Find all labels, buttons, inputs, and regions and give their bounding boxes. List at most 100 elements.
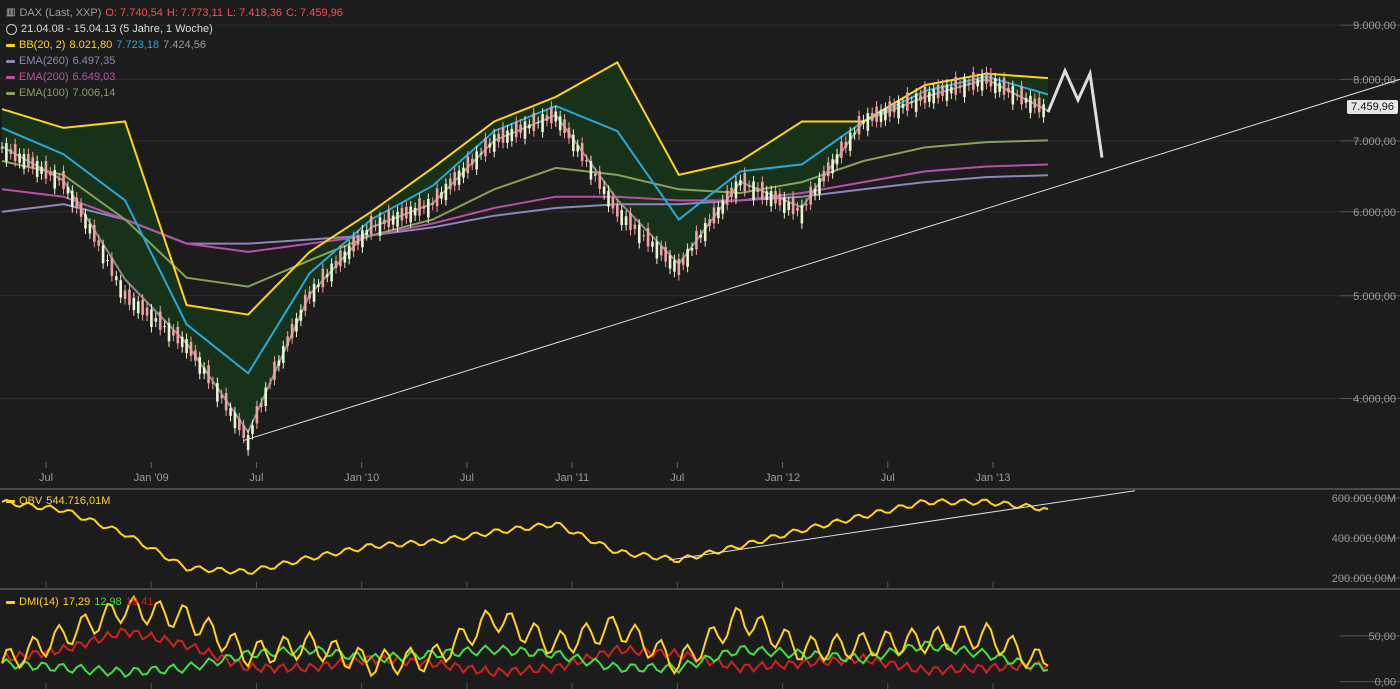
candle-body — [699, 235, 703, 238]
candle-body — [84, 214, 87, 229]
candle-body — [92, 225, 96, 242]
bb-label: BB(20, 2) — [19, 39, 66, 51]
candle-body — [484, 138, 487, 157]
candle-body — [57, 178, 61, 181]
candle-body — [809, 186, 812, 205]
candle-body — [783, 197, 786, 213]
candle-body — [141, 299, 144, 315]
candle-body — [888, 101, 892, 117]
candle-body — [361, 230, 364, 248]
ema260-legend: EMA(260) 6.497,35 — [6, 53, 343, 69]
candle-body — [545, 115, 549, 121]
candle-body — [936, 84, 940, 99]
candle-body — [35, 161, 39, 177]
candle-body — [1011, 86, 1015, 105]
candle-body — [739, 180, 742, 186]
candle-body — [576, 145, 580, 152]
candle-body — [479, 153, 483, 155]
candle-body — [725, 190, 729, 205]
candle-body — [281, 346, 285, 364]
candle-body — [756, 187, 760, 192]
candle-body — [185, 339, 188, 354]
candle-body — [914, 93, 918, 112]
candle-body — [932, 89, 936, 104]
ema100-legend: EMA(100) 7.006,14 — [6, 85, 343, 101]
candle-body — [519, 124, 522, 133]
period-label: 21.04.08 - 15.04.13 (5 Jahre, 1 Woche) — [21, 23, 213, 35]
candle-body — [664, 247, 667, 262]
candle-body — [220, 394, 224, 399]
candle-body — [88, 223, 92, 234]
candle-body — [993, 78, 997, 94]
main-legend: ▥ DAX (Last, XXP) O: 7.740,54 H: 7.773,1… — [6, 5, 343, 101]
candle-body — [378, 217, 382, 236]
period-row: 21.04.08 - 15.04.13 (5 Jahre, 1 Woche) — [6, 21, 343, 37]
candle-body — [633, 224, 637, 230]
candle-body — [251, 425, 254, 435]
candle-body — [145, 307, 149, 316]
candle-body — [967, 82, 971, 86]
candle-body — [13, 144, 17, 162]
candle-body — [954, 76, 958, 95]
candle-body — [778, 193, 782, 206]
candle-body — [651, 241, 654, 247]
candle-body — [844, 141, 848, 148]
candle-body — [462, 167, 465, 178]
x-tick-label: Jul — [670, 472, 684, 484]
candle-body — [427, 198, 430, 218]
candle-body — [1002, 77, 1006, 95]
x-tick-label: Jan '09 — [134, 472, 169, 484]
candle-body — [870, 112, 874, 121]
candle-body — [787, 202, 790, 211]
candle-body — [677, 259, 681, 275]
candle-body — [971, 72, 975, 90]
obv-y-tick-label: 600.000,00M — [1332, 493, 1396, 505]
candle-body — [791, 196, 795, 215]
candle-body — [119, 280, 122, 298]
candle-body — [730, 187, 733, 198]
candle-body — [642, 235, 645, 237]
candle-body — [207, 365, 210, 384]
candle-body — [277, 360, 281, 366]
candle-body — [492, 134, 496, 152]
main-y-tick-label: 6.000,00 — [1353, 207, 1396, 219]
candle-body — [976, 79, 979, 87]
candle-body — [941, 85, 944, 96]
candle-body — [5, 143, 8, 162]
candle-body — [804, 203, 808, 206]
candle-body — [963, 78, 966, 98]
bb-legend: BB(20, 2) 8.021,80 7.723,18 7.424,56 — [6, 37, 343, 53]
obv-label: OBV — [19, 495, 43, 507]
candle-body — [541, 113, 544, 133]
last-price-tag: 7.459,96 — [1347, 100, 1398, 114]
candle-body — [835, 154, 839, 165]
candle-body — [242, 425, 246, 438]
candle-body — [431, 203, 435, 205]
candle-body — [466, 156, 470, 174]
chart-type-icon: ▥ — [6, 7, 16, 18]
candle-body — [1007, 87, 1010, 93]
candle-body — [958, 85, 962, 88]
candle-body — [862, 120, 865, 124]
symbol-row: ▥ DAX (Last, XXP) O: 7.740,54 H: 7.773,1… — [6, 5, 343, 21]
candle-body — [290, 323, 294, 339]
candle-body — [813, 188, 817, 195]
candle-body — [238, 418, 241, 431]
candle-body — [1042, 104, 1045, 118]
candle-body — [413, 207, 417, 216]
ema200-value: 6.649,03 — [72, 71, 116, 83]
candle-body — [475, 151, 478, 170]
candle-body — [853, 132, 856, 135]
candle-body — [659, 246, 663, 256]
candle-body — [154, 318, 158, 322]
candle-body — [136, 301, 140, 314]
candle-body — [906, 92, 909, 111]
ema260-label: EMA(260) — [19, 55, 69, 67]
dmi-label: DMI(14) — [19, 596, 59, 608]
candle-body — [303, 294, 307, 311]
candle-body — [624, 216, 628, 226]
candle-body — [655, 241, 659, 259]
candle-body — [374, 225, 377, 227]
ema100-swatch — [6, 91, 15, 95]
candle-body — [202, 367, 206, 374]
